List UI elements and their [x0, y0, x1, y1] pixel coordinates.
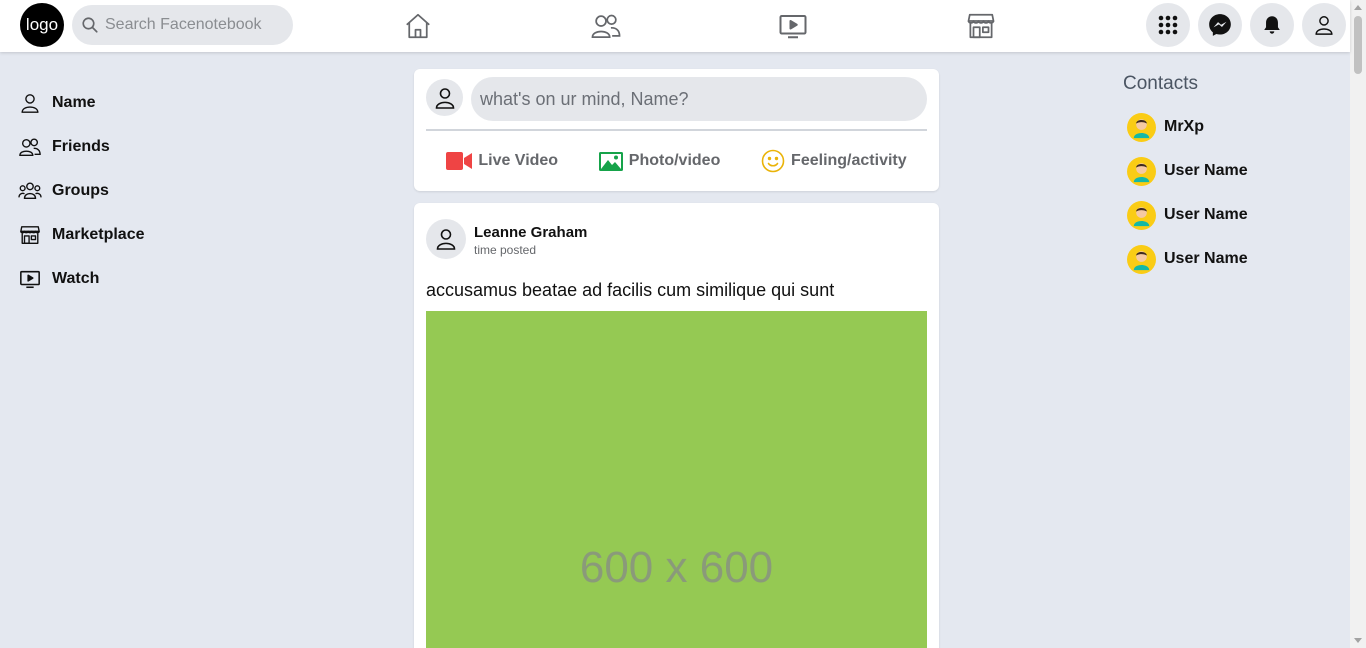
marketplace-icon	[967, 13, 995, 39]
contact-item[interactable]: MrXp	[1127, 112, 1204, 142]
logo[interactable]: logo	[20, 3, 64, 47]
menu-grid-icon	[1158, 15, 1178, 35]
contact-name: User Name	[1164, 250, 1248, 267]
scroll-thumb[interactable]	[1354, 16, 1362, 74]
watch-icon	[779, 15, 807, 39]
scroll-up-arrow[interactable]	[1354, 5, 1362, 10]
contact-name: User Name	[1164, 162, 1248, 179]
search-input[interactable]	[105, 16, 285, 34]
nav-friends[interactable]	[588, 8, 624, 44]
watch-icon	[18, 267, 42, 291]
bell-icon	[1264, 16, 1280, 34]
contact-avatar-icon	[1127, 200, 1156, 230]
sidebar-item-label: Marketplace	[52, 226, 145, 243]
friends-icon	[18, 135, 42, 159]
composer-actions: Live Video Photo/video Feeling/activity	[426, 141, 927, 181]
post-timestamp: time posted	[474, 243, 537, 257]
status-input[interactable]	[471, 77, 927, 121]
sidebar-item-label: Watch	[52, 270, 100, 287]
divider	[426, 129, 927, 131]
photo-video-button[interactable]: Photo/video	[598, 151, 721, 171]
contact-avatar-icon	[1127, 112, 1156, 142]
user-icon	[436, 229, 456, 250]
action-label: Live Video	[478, 152, 559, 169]
contact-name: User Name	[1164, 206, 1248, 223]
sidebar-item-friends[interactable]: Friends	[18, 125, 145, 169]
user-icon	[18, 91, 42, 115]
action-label: Feeling/activity	[791, 152, 907, 169]
messenger-icon	[1209, 14, 1231, 36]
menu-button[interactable]	[1146, 3, 1190, 47]
groups-icon	[18, 179, 42, 203]
feed-post: Leanne Graham time posted accusamus beat…	[414, 203, 939, 648]
post-image[interactable]: 600 x 600	[426, 311, 927, 648]
post-text: accusamus beatae ad facilis cum similiqu…	[426, 280, 835, 300]
post-composer: Live Video Photo/video Feeling/activity	[414, 69, 939, 191]
user-icon	[435, 87, 454, 109]
contact-avatar-icon	[1127, 156, 1156, 186]
messenger-button[interactable]	[1198, 3, 1242, 47]
sidebar-item-watch[interactable]: Watch	[18, 257, 145, 301]
contact-item[interactable]: User Name	[1127, 200, 1248, 230]
sidebar-item-name[interactable]: Name	[18, 81, 145, 125]
profile-button[interactable]	[1302, 3, 1346, 47]
logo-text: logo	[25, 15, 59, 34]
sidebar-item-label: Friends	[52, 138, 110, 155]
avatar[interactable]	[426, 79, 463, 116]
video-camera-icon	[446, 152, 473, 170]
contact-name: MrXp	[1164, 118, 1204, 135]
action-label: Photo/video	[628, 152, 721, 169]
smiley-icon	[761, 149, 785, 173]
sidebar-item-groups[interactable]: Groups	[18, 169, 145, 213]
sidebar-item-label: Groups	[52, 182, 109, 199]
notifications-button[interactable]	[1250, 3, 1294, 47]
top-navigation-bar: logo	[0, 0, 1350, 52]
contact-item[interactable]: User Name	[1127, 156, 1248, 186]
friends-icon	[591, 14, 621, 38]
home-icon	[406, 13, 430, 39]
live-video-button[interactable]: Live Video	[446, 152, 558, 170]
nav-marketplace[interactable]	[963, 8, 999, 44]
search-icon	[82, 17, 98, 33]
sidebar-item-label: Name	[52, 94, 96, 111]
contact-avatar-icon	[1127, 244, 1156, 274]
post-avatar[interactable]	[426, 219, 466, 259]
marketplace-icon	[18, 223, 42, 247]
contacts-heading: Contacts	[1123, 73, 1198, 94]
page-scrollbar[interactable]	[1350, 0, 1366, 648]
post-author[interactable]: Leanne Graham	[474, 224, 587, 241]
search-box[interactable]	[72, 5, 293, 45]
profile-icon	[1315, 16, 1333, 35]
nav-home[interactable]	[400, 8, 436, 44]
left-sidebar: Name Friends Groups Marketplace Watch	[18, 81, 145, 301]
contact-item[interactable]: User Name	[1127, 244, 1248, 274]
nav-watch[interactable]	[775, 8, 811, 44]
scroll-down-arrow[interactable]	[1354, 638, 1362, 643]
feeling-activity-button[interactable]: Feeling/activity	[761, 149, 907, 173]
image-placeholder-text: 600 x 600	[579, 543, 774, 592]
image-icon	[598, 151, 623, 171]
sidebar-item-marketplace[interactable]: Marketplace	[18, 213, 145, 257]
